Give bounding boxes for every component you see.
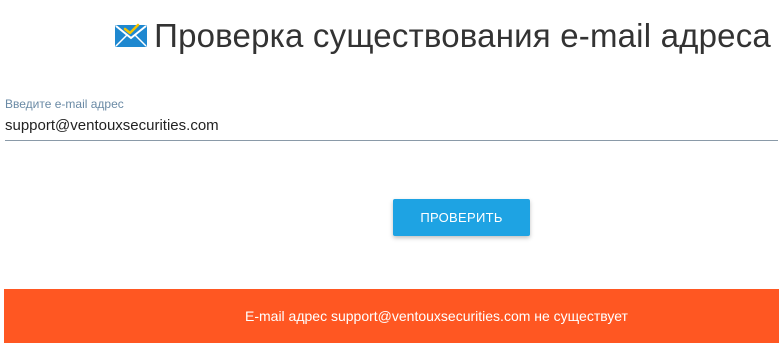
email-field-group: Введите e-mail адрес bbox=[5, 96, 778, 141]
email-field[interactable] bbox=[5, 112, 778, 141]
result-message: E-mail адрес support@ventouxsecurities.c… bbox=[245, 308, 628, 324]
envelope-check-icon bbox=[114, 23, 148, 49]
header: Проверка существования e-mail адреса bbox=[114, 14, 771, 58]
email-field-label: Введите e-mail адрес bbox=[5, 97, 124, 111]
check-button[interactable]: ПРОВЕРИТЬ bbox=[393, 199, 530, 236]
page: Проверка существования e-mail адреса Вве… bbox=[0, 0, 779, 343]
page-title: Проверка существования e-mail адреса bbox=[154, 17, 771, 54]
result-banner: E-mail адрес support@ventouxsecurities.c… bbox=[4, 289, 779, 343]
